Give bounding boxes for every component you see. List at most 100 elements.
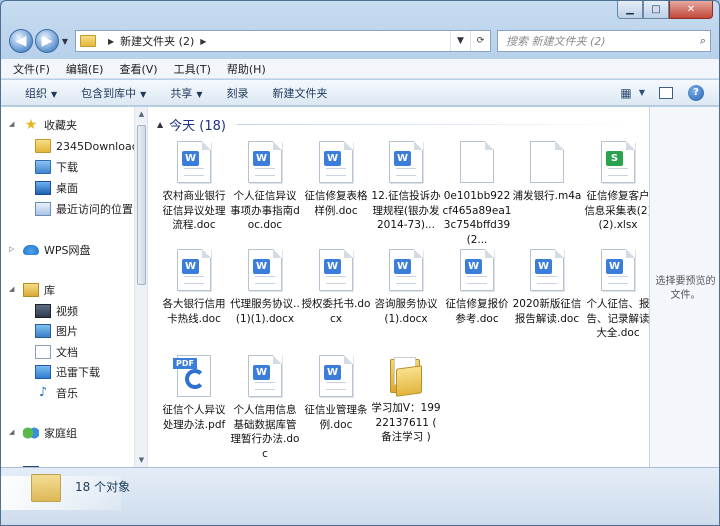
menu-help[interactable]: 帮助(H) xyxy=(227,61,266,77)
file-item[interactable]: 0e101bb922cf465a89ea13c754bffd39 (2... xyxy=(442,141,512,247)
word-document-icon: W xyxy=(389,249,423,291)
menu-edit[interactable]: 编辑(E) xyxy=(66,61,104,77)
file-item[interactable]: W 各大银行信用卡热线.doc xyxy=(159,249,229,326)
nav-item[interactable]: 2345Downloads xyxy=(35,136,134,156)
wps-writer-badge: W xyxy=(535,259,552,274)
address-bar[interactable]: ▶ 新建文件夹 (2) ▶ ▼ ⟳ xyxy=(75,30,491,52)
search-input[interactable]: 搜索 新建文件夹 (2) ⌕ xyxy=(497,30,711,52)
file-item[interactable]: W 个人征信异议事项办事指南doc.doc xyxy=(230,141,300,233)
view-options-dropdown[interactable]: ▼ xyxy=(637,84,647,102)
file-item[interactable]: PDF 征信个人异议处理办法.pdf xyxy=(159,355,229,432)
wps-writer-badge: W xyxy=(606,259,623,274)
wps-writer-badge: W xyxy=(465,259,482,274)
file-name: 个人征信异议事项办事指南doc.doc xyxy=(230,190,300,231)
word-document-icon: W xyxy=(248,249,282,291)
nav-item[interactable]: 图片 xyxy=(35,321,78,341)
word-document-icon: W xyxy=(601,249,635,291)
explorer-window: ▁ □ ✕ ◀ ▶ ▼ ▶ 新建文件夹 (2) ▶ ▼ ⟳ 搜索 新建文件夹 (… xyxy=(0,0,720,526)
nav-item[interactable]: 迅雷下载 xyxy=(35,362,100,382)
preview-pane-button[interactable] xyxy=(655,84,677,102)
file-item[interactable]: W 个人信用信息基础数据库管理暂行办法.doc xyxy=(230,355,300,461)
nav-item-label: 最近访问的位置 xyxy=(56,203,133,216)
search-icon[interactable]: ⌕ xyxy=(700,34,706,48)
nav-item[interactable]: ♪ 音乐 xyxy=(35,383,78,403)
file-name: 0e101bb922cf465a89ea13c754bffd39 (2... xyxy=(442,190,512,246)
nav-item[interactable]: 最近访问的位置 xyxy=(35,199,133,219)
scroll-down-icon[interactable]: ▼ xyxy=(135,453,148,467)
nav-item-label: 下载 xyxy=(56,161,78,174)
help-icon: ? xyxy=(688,84,704,101)
file-item[interactable]: 学习加V：19922137611 ( 备注学习 ) xyxy=(371,355,441,445)
file-item[interactable]: W 2020新版征信报告解读.doc xyxy=(512,249,582,326)
back-button[interactable]: ◀ xyxy=(9,29,33,53)
file-list: ▲ 今天 (18) W 农村商业银行征信异议处理流程.doc W 个人征信异议事项办事… xyxy=(149,107,652,467)
nav-item[interactable]: 文档 xyxy=(35,342,78,362)
file-item[interactable]: W 征信修复表格样例.doc xyxy=(301,141,371,218)
folder-icon xyxy=(80,35,96,47)
folder-icon xyxy=(35,139,51,153)
item-count: 18 个对象 xyxy=(75,480,131,494)
spreadsheet-icon: S xyxy=(601,141,635,183)
minimize-button[interactable]: ▁ xyxy=(617,1,643,19)
nav-item[interactable]: 家庭组 xyxy=(23,423,77,443)
burn-button[interactable]: 刻录 xyxy=(226,85,248,101)
nav-item[interactable]: 下载 xyxy=(35,157,78,177)
word-document-icon: W xyxy=(177,249,211,291)
nav-item[interactable]: 视频 xyxy=(35,301,78,321)
breadcrumb-folder[interactable]: 新建文件夹 (2) xyxy=(120,33,194,49)
wps-writer-badge: W xyxy=(394,151,411,166)
file-item[interactable]: W 授权委托书.docx xyxy=(301,249,371,326)
help-button[interactable]: ? xyxy=(685,84,707,102)
scroll-thumb[interactable] xyxy=(137,125,146,285)
file-item[interactable]: W 代理服务协议..(1)(1).docx xyxy=(230,249,300,326)
change-view-icon[interactable]: ▦ xyxy=(615,84,637,102)
scroll-up-icon[interactable]: ▲ xyxy=(135,107,148,121)
address-row: ◀ ▶ ▼ ▶ 新建文件夹 (2) ▶ ▼ ⟳ 搜索 新建文件夹 (2) ⌕ xyxy=(9,27,711,55)
file-item[interactable]: W 个人征信、报告、记录解读大全.doc xyxy=(583,249,653,341)
breadcrumb-arrow[interactable]: ▶ xyxy=(200,37,206,46)
file-item[interactable]: W 农村商业银行征信异议处理流程.doc xyxy=(159,141,229,233)
expand-arrow-icon[interactable]: ◢ xyxy=(9,285,14,293)
download-folder-icon xyxy=(35,160,51,174)
nav-item[interactable]: 桌面 xyxy=(35,178,78,198)
word-document-icon: W xyxy=(248,141,282,183)
expand-arrow-icon[interactable]: ▷ xyxy=(9,245,14,253)
include-in-library-button[interactable]: 包含到库中 ▼ xyxy=(81,85,146,101)
wps-writer-badge: W xyxy=(324,365,341,380)
expand-arrow-icon[interactable]: ◢ xyxy=(9,428,14,436)
file-item[interactable]: W 征信修复报价参考.doc xyxy=(442,249,512,326)
menu-file[interactable]: 文件(F) xyxy=(13,61,50,77)
recent-pages-dropdown[interactable]: ▼ xyxy=(59,37,71,46)
nav-item[interactable]: WPS网盘 xyxy=(23,240,91,260)
thunder-download-icon xyxy=(35,365,51,379)
share-button[interactable]: 共享 ▼ xyxy=(170,85,202,101)
address-dropdown-icon[interactable]: ▼ xyxy=(450,31,470,51)
group-header-today[interactable]: ▲ 今天 (18) xyxy=(157,115,226,134)
chevron-down-icon: ▼ xyxy=(140,89,147,99)
new-folder-button[interactable]: 新建文件夹 xyxy=(272,85,327,101)
wps-writer-badge: W xyxy=(182,259,199,274)
nav-item[interactable]: 库 xyxy=(23,280,55,300)
nav-item[interactable]: ★ 收藏夹 xyxy=(23,115,77,135)
nav-item-label: 收藏夹 xyxy=(44,119,77,132)
preview-pane-icon xyxy=(659,86,673,99)
maximize-button[interactable]: □ xyxy=(643,1,669,19)
file-item[interactable]: W 咨询服务协议(1).docx xyxy=(371,249,441,326)
close-button[interactable]: ✕ xyxy=(669,1,713,19)
file-item[interactable]: 浦发银行.m4a xyxy=(512,141,582,204)
expand-arrow-icon[interactable]: ◢ xyxy=(9,120,14,128)
file-name: 征信修复报价参考.doc xyxy=(445,298,509,325)
organize-button[interactable]: 组织 ▼ xyxy=(25,85,57,101)
refresh-icon[interactable]: ⟳ xyxy=(470,31,490,51)
forward-button[interactable]: ▶ xyxy=(35,29,59,53)
menu-tools[interactable]: 工具(T) xyxy=(174,61,211,77)
chevron-down-icon: ▼ xyxy=(51,89,58,99)
file-name: 2020新版征信报告解读.doc xyxy=(512,298,582,325)
file-item[interactable]: S 征信修复客户信息采集表(2)(2).xlsx xyxy=(583,141,653,233)
navigation-scrollbar[interactable]: ▲ ▼ xyxy=(134,107,148,467)
file-item[interactable]: W 征信业管理条例.doc xyxy=(301,355,371,432)
breadcrumb-arrow[interactable]: ▶ xyxy=(108,37,114,46)
file-item[interactable]: W 12.征信投诉办理规程(银办发2014-73)... xyxy=(371,141,441,233)
collapse-chevron-icon[interactable]: ▲ xyxy=(157,120,163,129)
menu-view[interactable]: 查看(V) xyxy=(119,61,157,77)
